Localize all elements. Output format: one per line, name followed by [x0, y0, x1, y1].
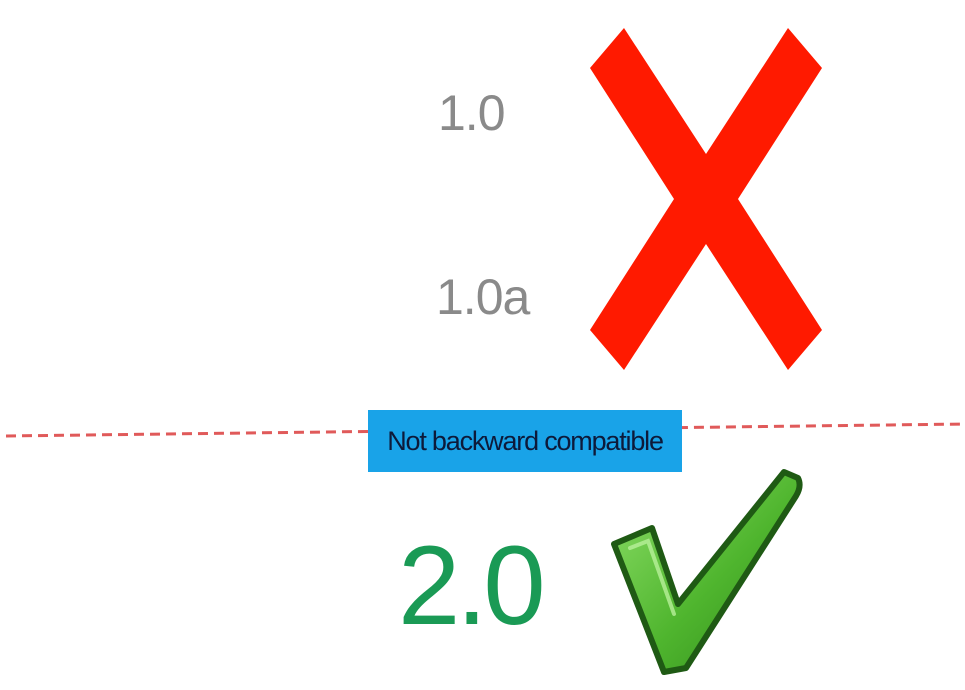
checkmark-icon [611, 469, 803, 675]
not-backward-compatible-badge: Not backward compatible [368, 410, 682, 472]
cross-icon [590, 28, 822, 370]
version-1-0a-label: 1.0a [436, 269, 530, 325]
version-1-0-label: 1.0 [438, 85, 506, 141]
version-2-0-label: 2.0 [398, 523, 546, 648]
